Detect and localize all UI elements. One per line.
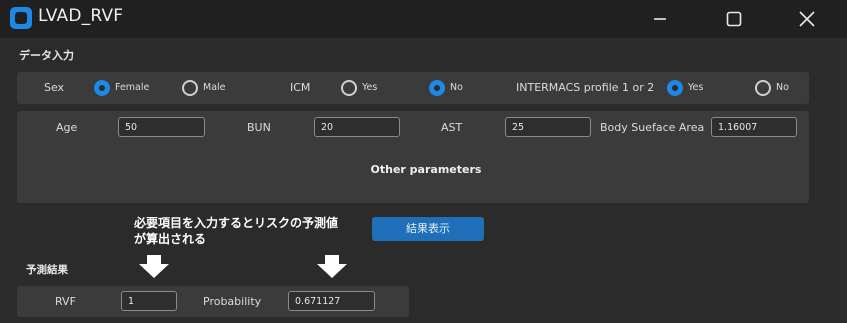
window-title: LVAD_RVF [38, 6, 124, 26]
show-result-button[interactable]: 結果表示 [372, 217, 484, 241]
icm-yes-radio[interactable] [341, 80, 357, 96]
icm-label: ICM [290, 81, 311, 94]
bun-label: BUN [247, 121, 271, 134]
rvf-label: RVF [55, 295, 76, 308]
icm-no-radio[interactable] [429, 80, 445, 96]
rvf-field[interactable] [121, 291, 177, 311]
maximize-icon [726, 11, 742, 27]
age-label: Age [56, 121, 78, 134]
intermacs-no-radio[interactable] [755, 80, 771, 96]
close-button[interactable] [784, 2, 830, 36]
sex-male-label: Male [203, 82, 226, 93]
intermacs-yes-radio[interactable] [667, 80, 683, 96]
sex-female-radio[interactable] [94, 80, 110, 96]
sex-label: Sex [44, 81, 65, 94]
bsa-label: Body Sueface Area [600, 121, 705, 134]
down-arrow-icon [139, 255, 169, 278]
app-icon [10, 7, 32, 29]
instruction-annotation: 必要項目を入力するとリスクの予測値 が算出される [134, 215, 338, 247]
input-section-label: データ入力 [19, 49, 74, 62]
minimize-button[interactable] [637, 2, 683, 36]
icm-no-label: No [450, 82, 463, 93]
close-icon [799, 11, 815, 27]
minimize-icon [654, 18, 666, 20]
result-section-label: 予測結果 [26, 264, 68, 276]
icm-yes-label: Yes [362, 82, 378, 93]
instruction-line-2: が算出される [134, 232, 207, 246]
other-parameters-label: Other parameters [370, 163, 482, 176]
probability-label: Probability [203, 295, 262, 308]
bun-field[interactable] [314, 117, 400, 137]
down-arrow-icon [317, 255, 347, 278]
title-bar: LVAD_RVF [0, 0, 847, 38]
age-field[interactable] [118, 117, 205, 137]
ast-field[interactable] [505, 117, 591, 137]
bsa-field[interactable] [711, 117, 797, 137]
instruction-line-1: 必要項目を入力するとリスクの予測値 [134, 216, 339, 230]
sex-female-label: Female [115, 82, 150, 93]
intermacs-label: INTERMACS profile 1 or 2 [516, 81, 655, 94]
sex-male-radio[interactable] [182, 80, 198, 96]
ast-label: AST [441, 121, 463, 134]
intermacs-yes-label: Yes [688, 82, 704, 93]
intermacs-no-label: No [776, 82, 789, 93]
probability-field[interactable] [288, 291, 375, 311]
maximize-button[interactable] [711, 2, 757, 36]
